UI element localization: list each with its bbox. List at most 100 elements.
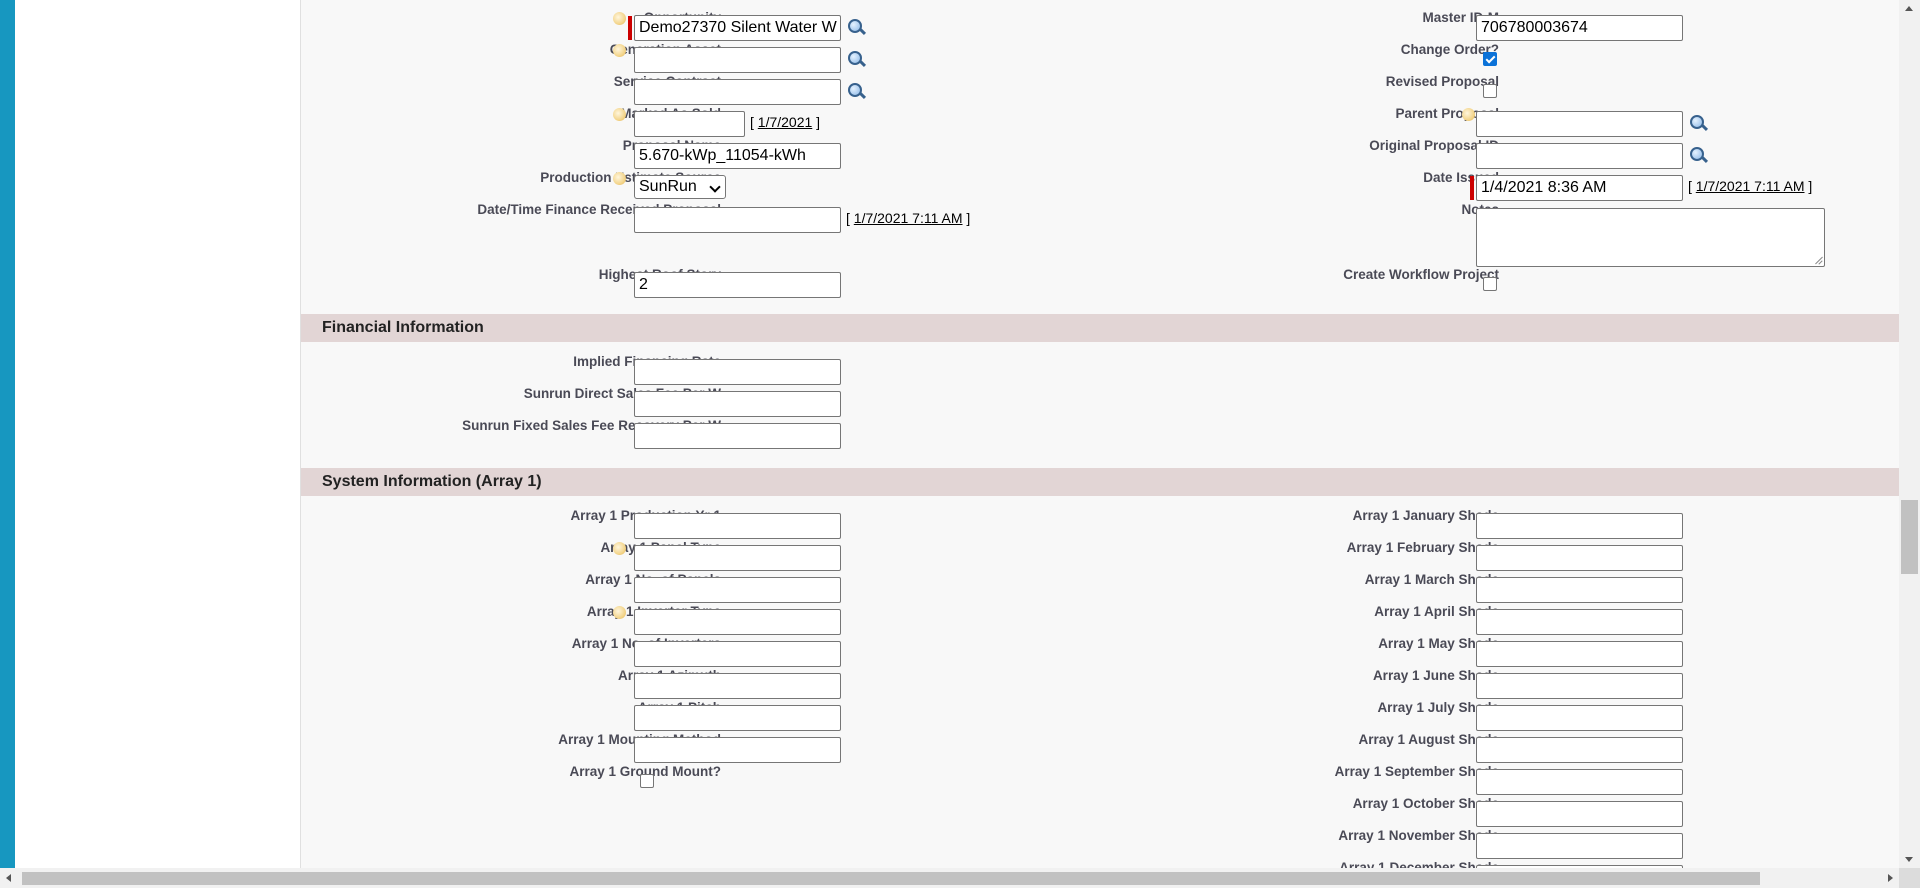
notes-label: Notes — [931, 201, 1499, 219]
row-array-3: Array 1 No. of Panels Array 1 March Shad… — [301, 570, 1900, 603]
row-array-4: Array 1 Inverter Type Array 1 April Shad… — [301, 602, 1900, 635]
shade-input[interactable] — [1476, 705, 1683, 731]
row-generation-asset: Generation Asset Change Order? — [301, 40, 1900, 73]
financial-information-header: Financial Information — [301, 314, 1900, 342]
horizontal-scroll-thumb[interactable] — [22, 872, 1760, 885]
opportunity-input[interactable]: Demo27370 Silent Water W — [634, 15, 841, 41]
horizontal-scrollbar[interactable] — [0, 868, 1899, 888]
help-icon[interactable] — [613, 12, 626, 25]
array-input[interactable] — [634, 577, 841, 603]
change-order-label: Change Order? — [1400, 42, 1499, 57]
shade-input[interactable] — [1476, 673, 1683, 699]
row-array-1: Array 1 Production Yr 1 Array 1 January … — [301, 506, 1900, 539]
row-production-estimate-source: Production Estimate Source SunRun Date I… — [301, 168, 1900, 201]
parent-proposal-input[interactable] — [1476, 111, 1683, 137]
implied-financing-rate-input[interactable] — [634, 359, 841, 385]
shade-input[interactable] — [1476, 545, 1683, 571]
array-input[interactable] — [634, 641, 841, 667]
scrollbar-corner — [1899, 868, 1920, 888]
app-left-strip — [0, 0, 15, 888]
row-direct-sales-fee: Sunrun Direct Sales Fee Per W — [301, 384, 1900, 417]
shade-input[interactable] — [1476, 801, 1683, 827]
help-icon[interactable] — [613, 44, 626, 57]
lookup-icon[interactable] — [844, 82, 867, 100]
row-array-11: Array 1 November Shade — [301, 826, 1900, 859]
row-fixed-sales-fee: Sunrun Fixed Sales Fee Recovery Per W — [301, 416, 1900, 449]
date-issued-shortcut: [ 1/7/2021 7:11 AM ] — [1688, 178, 1813, 194]
row-implied-financing-rate: Implied Financing Rate — [301, 352, 1900, 385]
chevron-down-icon — [709, 181, 721, 193]
shade-label: Array 1 June Shade — [1372, 668, 1499, 683]
vertical-scroll-thumb[interactable] — [1901, 500, 1918, 574]
shade-label: Array 1 February Shade — [1346, 540, 1499, 555]
marked-as-sold-input[interactable] — [634, 111, 745, 137]
highest-roof-story-input[interactable]: 2 — [634, 272, 841, 298]
row-finance-received: Date/Time Finance Received Proposal [ 1/… — [301, 200, 1900, 267]
shade-label: Array 1 November Shade — [1338, 828, 1499, 843]
proposal-name-input[interactable]: 5.670-kWp_11054-kWh — [634, 143, 841, 169]
array-input[interactable] — [634, 609, 841, 635]
row-opportunity: Opportunity Demo27370 Silent Water W Mas… — [301, 8, 1900, 41]
help-icon[interactable] — [613, 172, 626, 185]
master-id-input[interactable]: 706780003674 — [1476, 15, 1683, 41]
scroll-left-icon[interactable] — [6, 874, 11, 882]
row-proposal-name: Proposal Name 5.670-kWp_11054-kWh Origin… — [301, 136, 1900, 169]
array-input[interactable] — [634, 737, 841, 763]
proposal-detail-form: Opportunity Demo27370 Silent Water W Mas… — [300, 0, 1900, 868]
master-id-label: Master ID-M — [1422, 10, 1499, 25]
row-array-12: Array 1 December Shade — [301, 858, 1900, 868]
original-proposal-id-label: Original Proposal ID — [1369, 138, 1499, 153]
shade-label: Array 1 April Shade — [1374, 604, 1499, 619]
revised-proposal-label: Revised Proposal — [1385, 74, 1499, 89]
shade-label: Array 1 May Shade — [1378, 636, 1499, 651]
help-icon[interactable] — [613, 542, 626, 555]
shade-input[interactable] — [1476, 833, 1683, 859]
vertical-scrollbar[interactable] — [1899, 0, 1920, 868]
lookup-icon[interactable] — [1686, 146, 1709, 164]
shade-input[interactable] — [1476, 737, 1683, 763]
shade-input[interactable] — [1476, 769, 1683, 795]
scroll-right-icon[interactable] — [1888, 874, 1893, 882]
notes-textarea[interactable] — [1476, 208, 1825, 267]
production-estimate-source-select[interactable]: SunRun — [634, 175, 726, 199]
shade-label: Array 1 August Shade — [1358, 732, 1499, 747]
date-issued-date-link[interactable]: 1/7/2021 7:11 AM — [1696, 178, 1805, 194]
service-contract-input[interactable] — [634, 79, 841, 105]
direct-sales-fee-input[interactable] — [634, 391, 841, 417]
shade-input[interactable] — [1476, 513, 1683, 539]
shade-label: Array 1 July Shade — [1377, 700, 1499, 715]
row-array-2: Array 1 Panel Type Array 1 February Shad… — [301, 538, 1900, 571]
array-input[interactable] — [634, 673, 841, 699]
row-array-6: Array 1 Azimuth Array 1 June Shade — [301, 666, 1900, 699]
shade-input[interactable] — [1476, 609, 1683, 635]
resize-grip-icon[interactable] — [1814, 256, 1822, 264]
date-issued-input[interactable]: 1/4/2021 8:36 AM — [1476, 175, 1683, 201]
help-icon[interactable] — [613, 606, 626, 619]
finance-received-input[interactable] — [634, 207, 841, 233]
revised-proposal-checkbox[interactable] — [1483, 84, 1497, 98]
lookup-icon[interactable] — [844, 50, 867, 68]
row-array-8: Array 1 Mounting Method Array 1 August S… — [301, 730, 1900, 763]
scroll-down-icon[interactable] — [1905, 857, 1913, 862]
array-input[interactable] — [634, 513, 841, 539]
help-icon[interactable] — [1462, 108, 1475, 121]
marked-as-sold-date-link[interactable]: 1/7/2021 — [758, 114, 813, 130]
scroll-up-icon[interactable] — [1905, 6, 1913, 11]
array-input[interactable] — [634, 705, 841, 731]
help-icon[interactable] — [613, 108, 626, 121]
shade-input[interactable] — [1476, 577, 1683, 603]
shade-input[interactable] — [1476, 641, 1683, 667]
create-workflow-project-label: Create Workflow Project — [1343, 267, 1499, 282]
ground-mount-checkbox[interactable] — [640, 774, 654, 788]
array-input[interactable] — [634, 545, 841, 571]
generation-asset-input[interactable] — [634, 47, 841, 73]
fixed-sales-fee-input[interactable] — [634, 423, 841, 449]
required-marker — [1470, 176, 1474, 200]
lookup-icon[interactable] — [844, 18, 867, 36]
shade-label: Array 1 September Shade — [1334, 764, 1499, 779]
lookup-icon[interactable] — [1686, 114, 1709, 132]
row-highest-roof-story: Highest Roof Story 2 Create Workflow Pro… — [301, 265, 1900, 298]
change-order-checkbox[interactable] — [1483, 52, 1497, 66]
original-proposal-id-input[interactable] — [1476, 143, 1683, 169]
create-workflow-project-checkbox[interactable] — [1483, 277, 1497, 291]
